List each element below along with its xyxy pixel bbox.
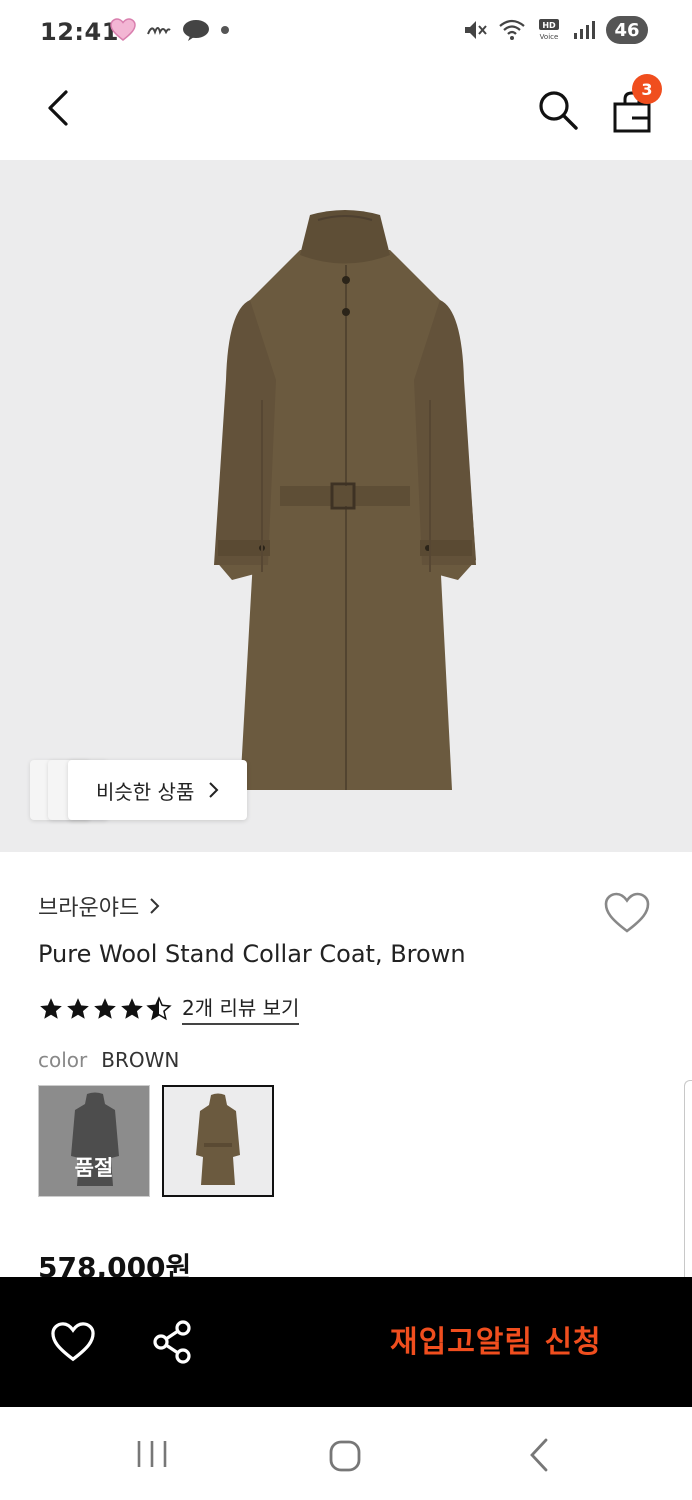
star-full-icon bbox=[40, 997, 62, 1019]
bottom-action-bar: 재입고알림 신청 bbox=[0, 1277, 692, 1407]
rating-stars bbox=[38, 995, 172, 1022]
similar-products-label: 비슷한 상품 bbox=[96, 779, 195, 804]
search-button[interactable] bbox=[532, 84, 584, 136]
share-icon bbox=[153, 1320, 191, 1364]
color-swatch-brown[interactable] bbox=[162, 1085, 274, 1197]
star-full-icon bbox=[67, 997, 89, 1019]
share-button[interactable] bbox=[150, 1319, 196, 1365]
color-row: color BROWN bbox=[38, 1048, 179, 1072]
dot-icon bbox=[221, 26, 229, 34]
status-bar: 12:41 HD Voice 46 bbox=[0, 0, 692, 68]
signal-icon bbox=[574, 21, 595, 39]
wifi-icon bbox=[499, 19, 525, 40]
product-name: Pure Wool Stand Collar Coat, Brown bbox=[38, 940, 466, 968]
back-button[interactable] bbox=[34, 84, 82, 132]
cart-count-badge: 3 bbox=[632, 74, 662, 104]
battery-icon: 46 bbox=[606, 16, 648, 44]
recent-apps-icon[interactable] bbox=[134, 1439, 170, 1469]
product-image[interactable]: 비슷한 상품 bbox=[0, 160, 692, 852]
svg-text:HD: HD bbox=[542, 21, 556, 30]
soldout-label: 품절 bbox=[74, 1156, 114, 1180]
system-icons: HD Voice 46 bbox=[462, 16, 648, 44]
heart-outline-icon bbox=[51, 1322, 95, 1362]
color-label: color bbox=[38, 1048, 88, 1072]
home-icon[interactable] bbox=[328, 1439, 362, 1473]
rating-row: 2개 리뷰 보기 bbox=[38, 992, 300, 1025]
chat-notification-icon bbox=[183, 20, 209, 41]
system-back-icon[interactable] bbox=[524, 1437, 554, 1473]
review-link[interactable]: 2개 리뷰 보기 bbox=[182, 992, 300, 1025]
battery-level: 46 bbox=[614, 19, 640, 41]
coat-thumbnail bbox=[196, 1093, 240, 1185]
wishlist-button-bottom[interactable] bbox=[50, 1321, 96, 1363]
color-swatch-charcoal[interactable]: 품절 bbox=[38, 1085, 150, 1197]
brand-name: 브라운야드 bbox=[38, 896, 140, 921]
notification-icons bbox=[110, 18, 230, 42]
chevron-left-icon bbox=[48, 90, 68, 126]
star-half-icon bbox=[146, 995, 172, 1020]
heart-outline-icon bbox=[604, 892, 650, 933]
system-nav-bar bbox=[0, 1407, 692, 1500]
svg-text:Voice: Voice bbox=[540, 33, 559, 41]
app-notification-icon bbox=[147, 27, 171, 35]
star-full-icon bbox=[121, 997, 143, 1019]
coat-image bbox=[214, 210, 476, 790]
brand-link[interactable]: 브라운야드 bbox=[38, 890, 161, 922]
scroll-indicator bbox=[684, 1080, 692, 1295]
status-time: 12:41 bbox=[40, 18, 119, 46]
restock-alert-button[interactable]: 재입고알림 신청 bbox=[390, 1317, 602, 1361]
mute-icon bbox=[465, 21, 487, 39]
chevron-right-icon bbox=[209, 782, 219, 798]
similar-products-button[interactable]: 비슷한 상품 bbox=[68, 760, 247, 820]
chevron-right-icon bbox=[150, 898, 160, 914]
star-full-icon bbox=[94, 997, 116, 1019]
heart-notification-icon bbox=[110, 18, 136, 41]
wishlist-button[interactable] bbox=[600, 888, 654, 938]
hd-voice-icon: HD Voice bbox=[539, 19, 559, 41]
color-value: BROWN bbox=[101, 1048, 180, 1072]
app-header bbox=[0, 68, 692, 160]
search-icon bbox=[539, 91, 578, 130]
